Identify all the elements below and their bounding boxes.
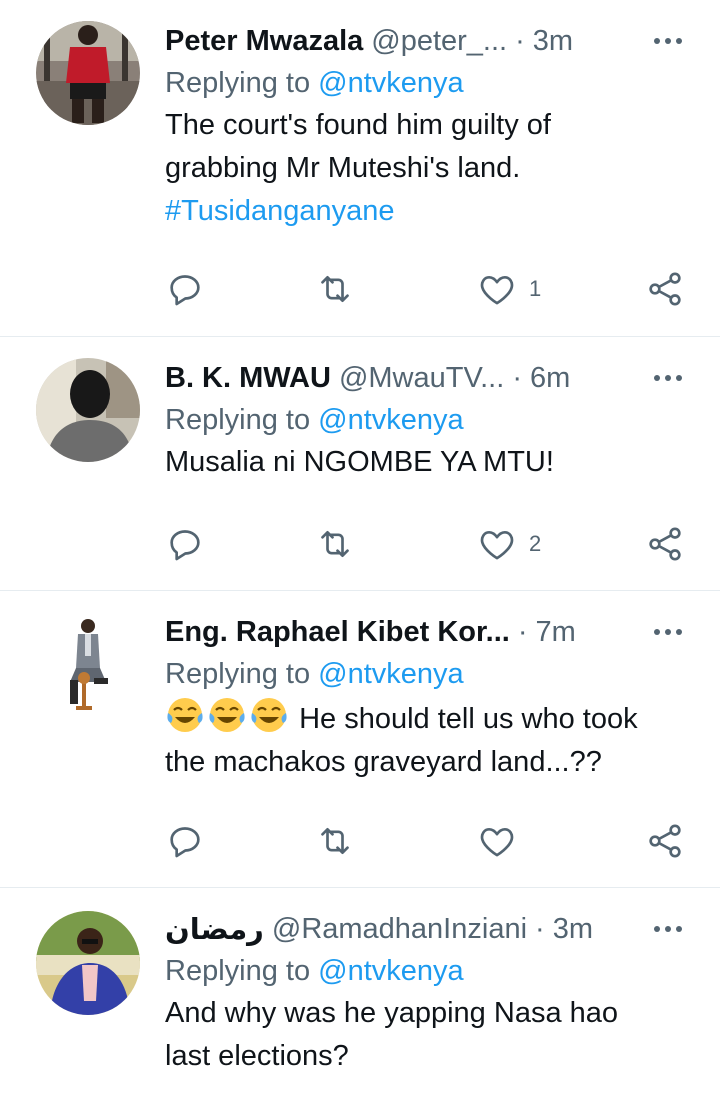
retweet-button[interactable] [315, 819, 355, 863]
tweet-text: He should tell us who took the machakos … [165, 695, 690, 784]
tweet-text-line: He should tell us who took [165, 695, 690, 741]
replying-to: Replying to @ntvkenya [165, 399, 690, 441]
more-icon[interactable] [654, 629, 690, 635]
retweet-icon [321, 531, 349, 557]
display-name[interactable]: Eng. Raphael Kibet Kor... [165, 616, 510, 649]
mention-link[interactable]: @ntvkenya [318, 67, 464, 99]
tweet-text-line: the machakos graveyard land...?? [165, 746, 602, 778]
face-with-tears-of-joy-emoji [251, 698, 287, 732]
share-button[interactable] [645, 267, 685, 311]
heart-icon [480, 828, 514, 857]
display-name[interactable]: B. K. MWAU [165, 362, 331, 395]
replying-to: Replying to @ntvkenya [165, 62, 690, 104]
reply-feed: Peter Mwazala @peter_... · 3m Replying t… [0, 0, 720, 1105]
like-button[interactable] [477, 819, 517, 863]
replying-to: Replying to @ntvkenya [165, 653, 690, 695]
share-button[interactable] [645, 819, 685, 863]
tweet-actions [165, 819, 690, 863]
replying-to: Replying to @ntvkenya [165, 950, 690, 992]
tweet-text-line: grabbing Mr Muteshi's land. [165, 152, 521, 184]
timestamp[interactable]: 3m [533, 25, 573, 58]
tweet-text-line: And why was he yapping Nasa hao [165, 997, 619, 1029]
user-handle[interactable]: @MwauTV... [339, 362, 504, 395]
like-button[interactable]: 2 [477, 522, 541, 566]
replying-to-label: Replying to [165, 955, 311, 987]
heart-icon [480, 531, 514, 560]
tweet[interactable]: B. K. MWAU @MwauTV... · 6m Replying to @… [0, 337, 720, 591]
like-button[interactable]: 1 [477, 267, 541, 311]
tweet[interactable]: Peter Mwazala @peter_... · 3m Replying t… [0, 0, 720, 337]
mention-link[interactable]: @ntvkenya [318, 658, 464, 690]
more-icon[interactable] [654, 926, 690, 932]
more-icon[interactable] [654, 38, 690, 44]
mention-link[interactable]: @ntvkenya [318, 404, 464, 436]
user-handle[interactable]: @RamadhanInziani [272, 913, 527, 946]
reply-icon [170, 530, 200, 561]
reply-button[interactable] [165, 819, 205, 863]
tweet-actions: 1 [165, 267, 690, 311]
face-with-tears-of-joy-emoji [209, 698, 245, 732]
share-button[interactable] [645, 522, 685, 566]
retweet-button[interactable] [315, 267, 355, 311]
share-icon [649, 824, 681, 858]
retweet-icon [321, 276, 349, 302]
reply-button[interactable] [165, 522, 205, 566]
timestamp[interactable]: 7m [536, 616, 576, 649]
timestamp[interactable]: 3m [553, 913, 593, 946]
reply-icon [170, 827, 200, 858]
separator-dot: · [517, 615, 528, 648]
tweet-text-segment: He should tell us who took [299, 703, 638, 735]
tweet-text: And why was he yapping Nasa hao last ele… [165, 992, 690, 1078]
reply-button[interactable] [165, 267, 205, 311]
tweet[interactable]: رمضان @RamadhanInziani · 3m Replying to … [0, 888, 720, 1105]
replying-to-label: Replying to [165, 658, 311, 690]
avatar[interactable] [36, 358, 140, 462]
tweet-text-line: last elections? [165, 1040, 349, 1072]
display-name[interactable]: رمضان [165, 912, 264, 947]
avatar[interactable] [36, 21, 140, 125]
replying-to-label: Replying to [165, 67, 311, 99]
retweet-button[interactable] [315, 522, 355, 566]
timestamp[interactable]: 6m [530, 362, 570, 395]
tweet-text: The court's found him guilty of grabbing… [165, 104, 690, 233]
reply-icon [170, 275, 200, 306]
avatar[interactable] [36, 911, 140, 1015]
share-icon [649, 527, 681, 561]
mention-link[interactable]: @ntvkenya [318, 955, 464, 987]
heart-icon [480, 276, 514, 305]
tweet-actions: 2 [165, 522, 690, 566]
separator-dot: · [515, 24, 525, 57]
user-handle[interactable]: @peter_... [371, 25, 507, 58]
more-icon[interactable] [654, 375, 690, 381]
tweet-text-line: The court's found him guilty of [165, 109, 551, 141]
retweet-icon [321, 828, 349, 854]
tweet-text-line: Musalia ni NGOMBE YA MTU! [165, 446, 554, 478]
replying-to-label: Replying to [165, 404, 311, 436]
tweet-text: Musalia ni NGOMBE YA MTU! [165, 441, 690, 484]
like-count: 1 [529, 276, 542, 301]
hashtag-link[interactable]: #Tusidanganyane [165, 190, 690, 233]
tweet[interactable]: Eng. Raphael Kibet Kor... · 7m Replying … [0, 591, 720, 888]
display-name[interactable]: Peter Mwazala [165, 25, 363, 58]
face-with-tears-of-joy-emoji [167, 698, 203, 732]
share-icon [649, 272, 681, 306]
separator-dot: · [535, 912, 545, 945]
avatar[interactable] [36, 612, 140, 716]
like-count: 2 [529, 531, 542, 556]
separator-dot: · [512, 361, 522, 394]
